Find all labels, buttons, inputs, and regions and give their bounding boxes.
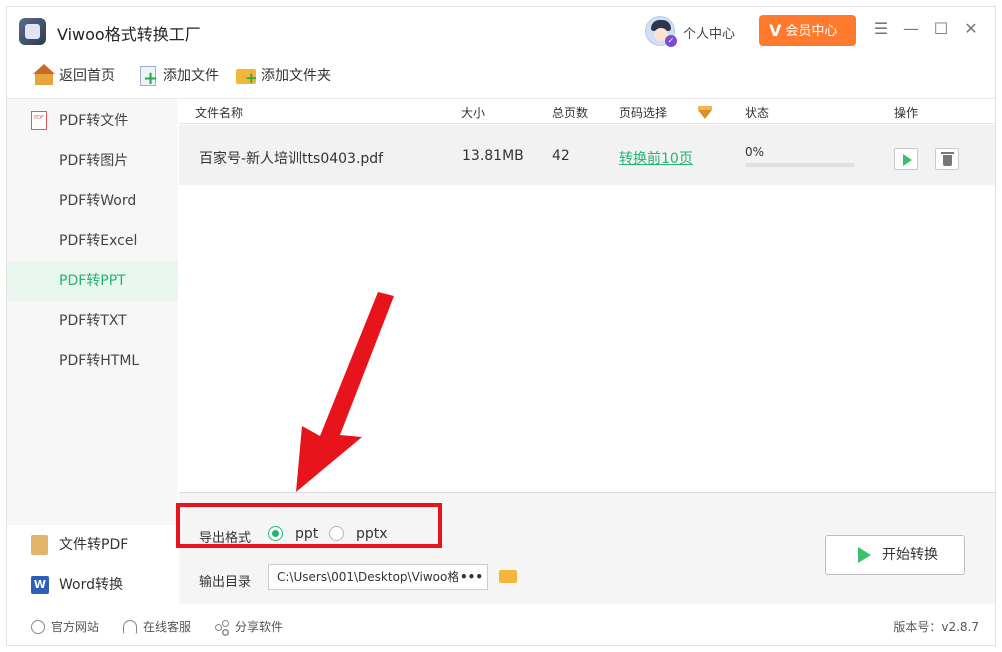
sidebar-item-pdf-to-word[interactable]: PDF转Word <box>7 181 178 221</box>
close-icon[interactable]: ✕ <box>963 21 979 37</box>
column-header: 页码选择 <box>619 106 668 120</box>
sidebar-item-file-to-pdf[interactable]: 文件转PDF <box>7 525 178 565</box>
sidebar-item-word-convert[interactable]: W Word转换 <box>7 565 178 605</box>
export-format-label: 导出格式 <box>199 531 252 546</box>
pdf-icon <box>31 111 47 130</box>
column-header: 大小 <box>461 106 486 120</box>
sidebar-item-label: 文件转PDF <box>59 537 129 553</box>
official-website-label: 官方网站 <box>51 620 100 634</box>
online-support-link[interactable]: 在线客服 <box>123 618 191 635</box>
folder-icon[interactable] <box>499 570 517 583</box>
official-website-link[interactable]: 官方网站 <box>31 618 99 635</box>
sidebar-item-pdf-to-image[interactable]: PDF转图片 <box>7 141 178 181</box>
output-dir-label: 输出目录 <box>199 575 252 590</box>
app-title: Viwoo格式转换工厂 <box>57 25 201 44</box>
annotation-arrow-icon <box>296 292 394 492</box>
progress-bar <box>745 163 855 167</box>
vip-center-label: 会员中心 <box>785 24 838 39</box>
sidebar-item-pdf-to-file[interactable]: PDF转文件 <box>7 101 178 141</box>
add-folder-icon <box>235 65 258 87</box>
share-icon <box>215 619 229 634</box>
vip-v-icon: V <box>769 21 782 40</box>
diamond-icon <box>698 106 712 119</box>
add-file-button[interactable]: 添加文件 <box>137 63 219 89</box>
share-software-label: 分享软件 <box>235 620 284 634</box>
app-window: Viwoo格式转换工厂 ✓ 个人中心 V会员中心 ☰ — ☐ ✕ 返回首页 添加… <box>6 6 996 646</box>
globe-icon <box>31 619 45 634</box>
sidebar-item-label: Word转换 <box>59 577 123 593</box>
vip-center-button[interactable]: V 会员中心 <box>759 15 856 46</box>
file-size: 13.81MB <box>462 148 524 164</box>
version-label: 版本号：v2.8.7 <box>893 620 979 634</box>
status-text: 0% <box>745 145 765 159</box>
file-name: 百家号-新人培训tts0403.pdf <box>199 151 384 167</box>
sidebar-item-pdf-to-txt[interactable]: PDF转TXT <box>7 301 178 341</box>
file-to-pdf-icon <box>31 535 48 555</box>
column-header: 总页数 <box>552 106 589 120</box>
radio-pptx-label[interactable]: pptx <box>356 526 388 542</box>
page-count: 42 <box>552 148 570 164</box>
play-button[interactable] <box>894 148 918 170</box>
export-settings-panel: 导出格式 ppt pptx 输出目录 C:\Users\001\Desktop\… <box>179 492 995 604</box>
sidebar-item-label: PDF转文件 <box>59 113 129 129</box>
add-folder-button[interactable]: 添加文件夹 <box>235 63 331 87</box>
headset-icon <box>123 619 137 634</box>
start-convert-button[interactable]: 开始转换 <box>825 535 965 575</box>
sidebar: PDF转文件 PDF转图片 PDF转Word PDF转Excel PDF转PPT… <box>7 98 178 605</box>
radio-pptx[interactable] <box>329 526 344 541</box>
share-software-link[interactable]: 分享软件 <box>215 618 283 635</box>
output-path-text: C:\Users\001\Desktop\Viwoo格式 <box>277 570 472 584</box>
word-icon: W <box>31 576 49 594</box>
delete-button[interactable] <box>935 148 959 170</box>
home-label: 返回首页 <box>59 68 115 84</box>
footer: 官方网站 在线客服 分享软件 版本号：v2.8.7 <box>7 605 995 645</box>
home-button[interactable]: 返回首页 <box>33 63 115 87</box>
add-folder-label: 添加文件夹 <box>261 68 331 84</box>
title-bar: Viwoo格式转换工厂 ✓ 个人中心 V 会员中心 ☰ — ☐ ✕ <box>7 7 995 57</box>
user-center-link[interactable]: 个人中心 <box>683 23 735 42</box>
sidebar-item-pdf-to-ppt[interactable]: PDF转PPT <box>7 261 178 301</box>
table-header: 文件名称 大小 总页数 页码选择 状态 操作 <box>179 98 995 124</box>
online-support-label: 在线客服 <box>143 620 192 634</box>
home-icon <box>33 64 55 85</box>
column-header: 状态 <box>745 106 770 120</box>
add-file-label: 添加文件 <box>163 68 219 84</box>
sidebar-item-pdf-to-html[interactable]: PDF转HTML <box>7 341 178 381</box>
menu-icon[interactable]: ☰ <box>873 21 889 37</box>
minimize-icon[interactable]: — <box>903 21 919 37</box>
column-header: 文件名称 <box>195 106 244 120</box>
output-path-field[interactable]: C:\Users\001\Desktop\Viwoo格式 ••• <box>268 564 488 590</box>
column-header: 操作 <box>894 106 919 120</box>
radio-ppt-label[interactable]: ppt <box>295 526 318 542</box>
app-logo-icon <box>19 18 46 45</box>
sidebar-item-pdf-to-excel[interactable]: PDF转Excel <box>7 221 178 261</box>
vip-badge-icon: ✓ <box>665 35 677 47</box>
maximize-icon[interactable]: ☐ <box>933 21 949 37</box>
page-select-link[interactable]: 转换前10页 <box>619 148 693 168</box>
radio-ppt[interactable] <box>268 526 283 541</box>
more-icon[interactable]: ••• <box>457 565 483 589</box>
table-row[interactable]: 百家号-新人培训tts0403.pdf 13.81MB 42 转换前10页 0% <box>179 125 995 185</box>
add-file-icon <box>137 65 159 89</box>
